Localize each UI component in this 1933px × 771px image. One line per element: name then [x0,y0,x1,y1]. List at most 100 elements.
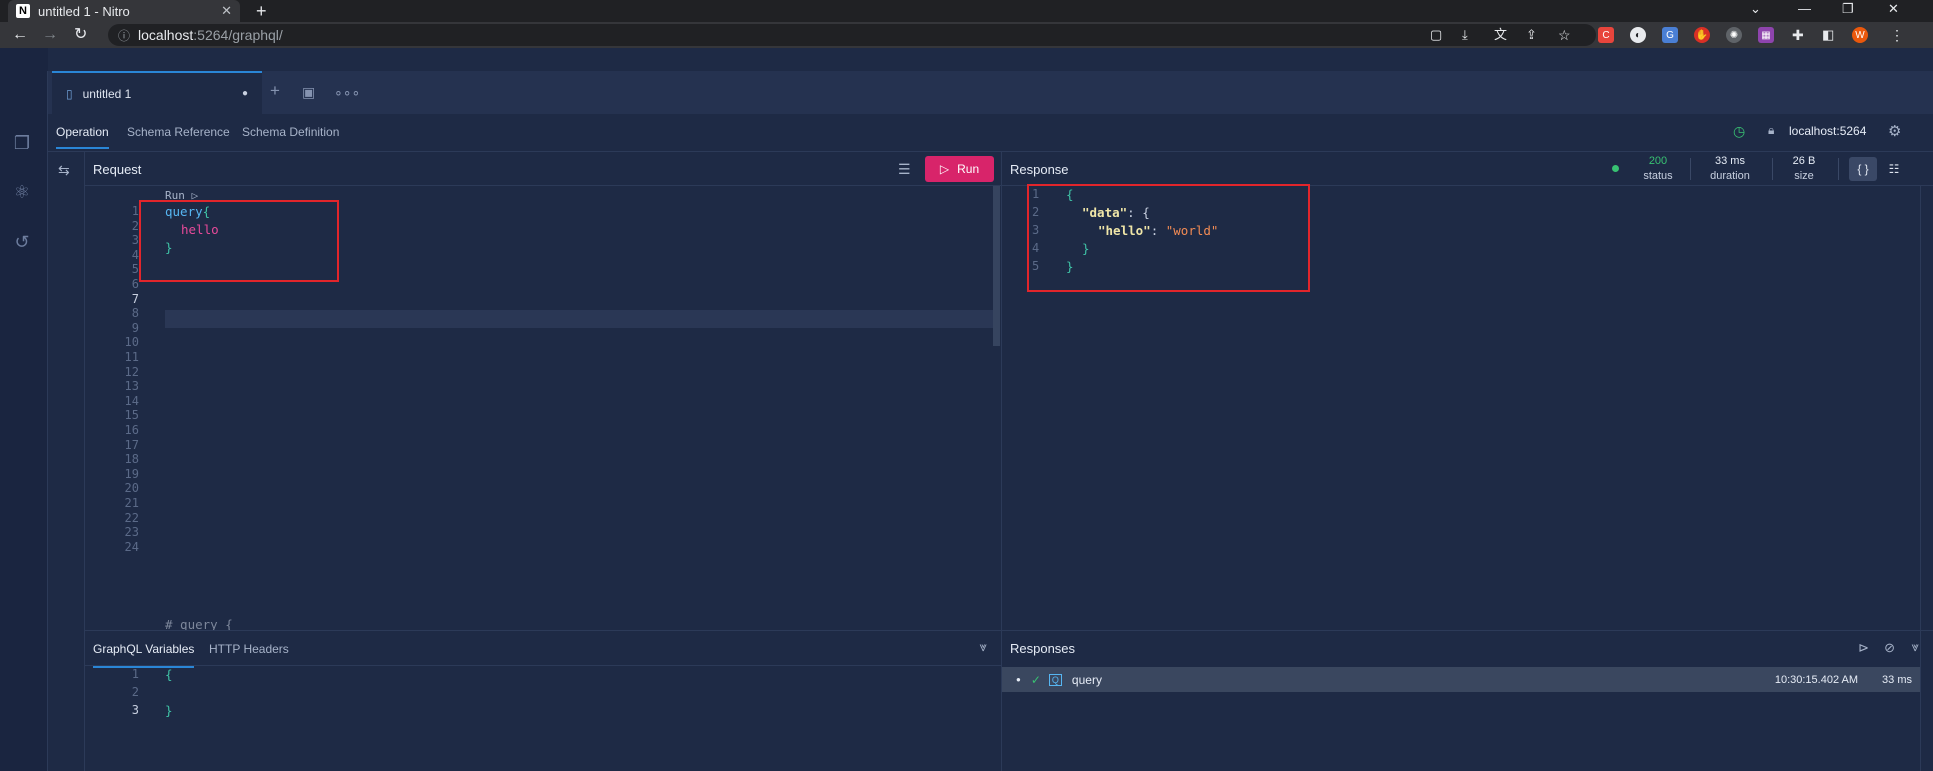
code-line-24: # query { [165,617,233,630]
response-scrollbar[interactable] [1920,186,1933,771]
url-host: localhost [138,27,194,43]
tab-http-headers[interactable]: HTTP Headers [209,642,289,656]
clear-icon[interactable]: ⊘ [1884,640,1895,656]
bookmark-star-icon[interactable]: ☆ [1558,22,1571,48]
line-number: 13 [124,379,139,394]
editor-scrollbar[interactable] [993,186,1000,346]
line-number: 24 [124,539,139,554]
size-value: 26 B [1792,155,1816,167]
close-tab-icon[interactable]: ✕ [221,3,232,19]
graphql-schema-icon[interactable]: ⚛ [11,181,33,203]
logo-area [0,48,48,71]
line-number: 1 [131,204,139,218]
history-row-time: 10:30:15.402 AM [1774,673,1859,686]
forward-icon[interactable]: → [42,22,58,48]
new-tab-icon[interactable]: + [256,0,267,22]
tab-graphql-variables[interactable]: GraphQL Variables [93,642,195,668]
status-value: 200 [1648,155,1668,167]
extension-grid-icon[interactable]: ▦ [1758,27,1774,43]
lock-icon: 🔒︎ [1768,123,1775,137]
document-icon: ▯ [66,86,73,101]
more-icon[interactable]: ∘∘∘ [334,84,360,101]
run-button[interactable]: ▷ Run [925,156,994,182]
unsaved-dot-icon[interactable]: ● [242,88,248,99]
json-view-icon[interactable]: { } [1849,157,1877,181]
status-stat: 200 status [1638,154,1678,184]
responses-header: ⊳ ⊘ ⩔ [1002,630,1933,666]
run-button-label: Run [957,162,980,176]
line-number: 10 [124,335,139,350]
restore-icon[interactable]: ❐ [1842,0,1854,18]
save-icon[interactable]: ▣ [302,84,315,101]
line-number: 4 [131,247,139,262]
schema-sync-icon[interactable]: ◷ [1733,123,1745,140]
share-icon[interactable]: ⇪ [1526,22,1537,48]
line-number: 22 [124,510,139,525]
list-view-icon[interactable]: ☷ [1880,157,1908,181]
response-history-row[interactable]: ● ✓ Q query 10:30:15.402 AM 33 ms [1002,667,1920,692]
tab-schema-definition[interactable]: Schema Definition [242,125,339,139]
line-number: 18 [124,452,139,467]
document-tabbar [48,71,1933,114]
collapse-chevrons-icon[interactable]: ⩔ [1912,639,1919,655]
address-bar[interactable]: ⓘ localhost:5264/graphql/ [108,24,1596,46]
history-row-duration: 33 ms [1882,673,1912,686]
history-icon[interactable]: ↺ [11,231,33,253]
documents-icon[interactable]: ❐ [11,132,33,154]
tab-operation[interactable]: Operation [56,125,109,149]
duration-label: duration [1710,170,1750,182]
variables-editor[interactable]: 1 2 3 { } [85,666,1001,771]
settings-gear-icon[interactable]: ⚙ [1888,122,1901,140]
profile-avatar[interactable]: W [1852,27,1868,43]
status-label: status [1643,170,1673,182]
tab-search-icon[interactable]: ⌄ [1750,0,1761,18]
terminal-icon[interactable]: ⊳ [1858,640,1869,656]
line-number: 2 [131,685,139,699]
minimize-icon[interactable]: — [1798,0,1811,18]
line-number: 7 [131,291,139,306]
browser-tab[interactable]: N untitled 1 - Nitro ✕ [8,0,240,22]
extension-stop-icon[interactable]: ✋ [1694,27,1710,43]
page-action-icon[interactable]: ▢ [1430,22,1442,48]
extension-c-icon[interactable]: C [1598,27,1614,43]
line-number: 3 [131,703,139,717]
document-tab-label: untitled 1 [82,86,132,101]
stat-separator [1838,158,1839,180]
request-title: Request [93,162,142,177]
browser-tab-title: untitled 1 - Nitro [38,3,130,19]
line-number: 6 [131,277,139,291]
query-type-icon: Q [1048,673,1062,686]
browser-menu-icon[interactable]: ⋮ [1890,22,1904,48]
extension-circle-icon[interactable]: ◐ [1630,27,1646,43]
nitro-favicon-icon: N [16,4,30,18]
side-panel-icon[interactable]: ◧ [1822,22,1834,48]
tree-toggle-icon[interactable]: ⇆ [58,162,70,179]
annotation-box-response [1027,184,1310,292]
prettify-icon[interactable]: ☰ [898,161,911,178]
line-number: 12 [124,364,139,379]
translate-icon[interactable]: 文 [1494,22,1507,48]
window-close-icon[interactable]: ✕ [1888,0,1899,18]
collapse-chevrons-icon[interactable]: ⩔ [980,639,987,655]
install-icon[interactable]: ⤓ [1462,22,1468,48]
line-number: 17 [124,437,139,452]
reload-icon[interactable]: ↻ [74,22,87,48]
extension-gear-icon[interactable]: ✺ [1726,27,1742,43]
back-icon[interactable]: ← [12,22,28,48]
connection-endpoint[interactable]: localhost:5264 [1789,124,1866,138]
tab-schema-reference[interactable]: Schema Reference [127,125,230,139]
document-tab[interactable]: ▯ untitled 1 ● [52,71,262,114]
line-number: 14 [124,393,139,408]
line-number: 11 [124,350,139,364]
site-info-icon[interactable]: ⓘ [118,27,130,44]
extension-translate-icon[interactable]: G [1662,27,1678,43]
extensions-puzzle-icon[interactable]: ✚ [1792,22,1804,48]
line-number: 23 [124,525,139,540]
browser-titlebar: N untitled 1 - Nitro ✕ + ⌄ — ❐ ✕ [0,0,1933,22]
line-number: 1 [131,667,139,681]
stat-separator [1772,158,1773,180]
new-document-icon[interactable]: + [270,81,280,101]
play-icon: ▷ [939,162,950,176]
line-number: 3 [131,233,139,248]
line-number: 2 [131,218,139,233]
